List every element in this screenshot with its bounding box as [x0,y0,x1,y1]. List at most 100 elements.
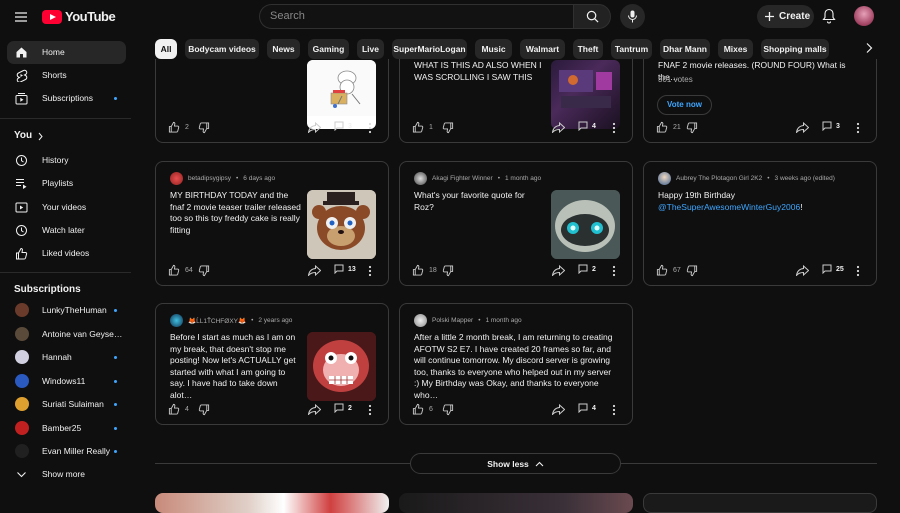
community-post[interactable]: WHAT IS THIS AD ALSO WHEN I WAS SCROLLIN… [399,59,633,143]
author-avatar[interactable] [414,172,427,185]
dislike-button[interactable] [686,122,698,134]
post-image[interactable] [551,60,620,129]
search-button[interactable] [573,4,611,29]
like-button[interactable]: 6 [412,403,433,415]
share-button[interactable] [552,265,565,276]
share-button[interactable] [308,404,321,415]
author-avatar[interactable] [170,172,183,185]
dislike-button[interactable] [198,265,210,277]
filter-chip[interactable]: Mixes [718,39,753,59]
search-input[interactable]: Search [259,4,574,29]
dislike-button[interactable] [198,122,210,134]
sidebar-item-subscriptions[interactable]: Subscriptions [7,87,126,110]
author-avatar[interactable] [658,172,671,185]
chevron-right-icon[interactable] [865,42,873,54]
share-button[interactable] [308,265,321,276]
account-avatar[interactable] [854,6,874,26]
share-button[interactable] [552,122,565,133]
sidebar-item-home[interactable]: Home [7,41,126,64]
sidebar-item-history[interactable]: History [7,149,126,172]
community-post[interactable] [643,493,877,513]
video-thumbnail[interactable] [399,493,633,513]
like-button[interactable]: 4 [168,403,189,415]
sidebar-item-playlists[interactable]: Playlists [7,172,126,195]
subscription-item[interactable]: LunkyTheHuman [7,299,126,322]
post-image[interactable] [307,60,376,129]
you-section-header[interactable]: You [7,125,126,148]
post-time[interactable]: 2 years ago [258,317,292,324]
sidebar-item-your-videos[interactable]: Your videos [7,196,126,219]
more-options-icon[interactable] [612,404,616,416]
share-button[interactable] [796,265,809,276]
filter-chip[interactable]: Walmart [520,39,565,59]
comments-button[interactable]: 3 [822,121,840,131]
author-name[interactable]: Akagi Fighter Winner [432,175,493,182]
community-post[interactable]: 2 3 [155,59,389,143]
create-button[interactable]: Create [757,5,814,28]
voice-search-button[interactable] [620,4,645,29]
post-image[interactable] [307,332,376,401]
like-button[interactable]: 21 [656,121,681,133]
filter-chip[interactable]: Live [357,39,384,59]
more-options-icon[interactable] [612,122,616,134]
filter-chip[interactable]: Bodycam videos [185,39,259,59]
filter-chip[interactable]: SuperMarioLogan [392,39,467,59]
sidebar-item-watch-later[interactable]: Watch later [7,219,126,242]
like-button[interactable]: 2 [168,121,189,133]
show-less-button[interactable]: Show less [410,453,621,474]
video-thumbnail[interactable] [155,493,389,513]
more-options-icon[interactable] [368,404,372,416]
comments-button[interactable]: 2 [578,264,596,274]
more-options-icon[interactable] [856,265,860,277]
post-time[interactable]: 1 month ago [485,317,521,324]
author-avatar[interactable] [170,314,183,327]
community-post[interactable]: betadipsygipsy • 6 days ago MY BIRTHDAY … [155,161,389,286]
filter-chip[interactable]: News [267,39,300,59]
more-options-icon[interactable] [368,122,372,134]
youtube-logo[interactable]: YouTube [42,9,116,24]
vote-now-button[interactable]: Vote now [657,95,712,115]
author-name[interactable]: betadipsygipsy [188,175,231,182]
community-post[interactable]: Akagi Fighter Winner • 1 month ago What'… [399,161,633,286]
notifications-bell-icon[interactable] [822,8,836,24]
dislike-button[interactable] [198,404,210,416]
like-button[interactable]: 64 [168,264,193,276]
comments-button[interactable]: 4 [578,403,596,413]
author-name[interactable]: 🦊ĹL1ŤCHFØXY🦊 [188,317,246,325]
community-poll-post[interactable]: FNAF 2 movie releases. (ROUND FOUR) What… [643,59,877,143]
share-button[interactable] [552,404,565,415]
comments-button[interactable]: 4 [578,121,596,131]
subscription-item[interactable]: Windows11 [7,370,126,393]
more-options-icon[interactable] [856,122,860,134]
sidebar-item-liked-videos[interactable]: Liked videos [7,242,126,265]
post-image[interactable] [307,190,376,259]
filter-chip[interactable]: Dhar Mann [660,39,710,59]
menu-icon[interactable] [12,8,30,26]
show-more-button[interactable]: Show more [7,463,126,486]
share-button[interactable] [308,122,321,133]
post-time[interactable]: 3 weeks ago (edited) [775,175,835,182]
more-options-icon[interactable] [368,265,372,277]
filter-chip[interactable]: Tantrum [611,39,652,59]
share-button[interactable] [796,122,809,133]
sidebar-item-shorts[interactable]: Shorts [7,64,126,87]
author-avatar[interactable] [414,314,427,327]
subscription-item[interactable]: Evan Miller Really [7,440,126,463]
comments-button[interactable]: 3 [334,121,352,131]
post-time[interactable]: 1 month ago [505,175,541,182]
community-post[interactable]: 🦊ĹL1ŤCHFØXY🦊 • 2 years ago Before I star… [155,303,389,425]
filter-chip[interactable]: Shopping malls [761,39,829,59]
dislike-button[interactable] [442,122,454,134]
filter-chip[interactable]: Theft [573,39,603,59]
comments-button[interactable]: 25 [822,264,844,274]
subscription-item[interactable]: Hannah [7,346,126,369]
post-time[interactable]: 6 days ago [243,175,275,182]
author-name[interactable]: Aubrey The Plotagon Girl 2K2 [676,175,762,182]
filter-chip[interactable]: Music [475,39,512,59]
comments-button[interactable]: 13 [334,264,356,274]
subscription-item[interactable]: Suriati Sulaiman [7,393,126,416]
dislike-button[interactable] [442,265,454,277]
author-name[interactable]: Polski Mapper [432,317,473,324]
comments-button[interactable]: 2 [334,403,352,413]
filter-chip[interactable]: Gaming [308,39,349,59]
